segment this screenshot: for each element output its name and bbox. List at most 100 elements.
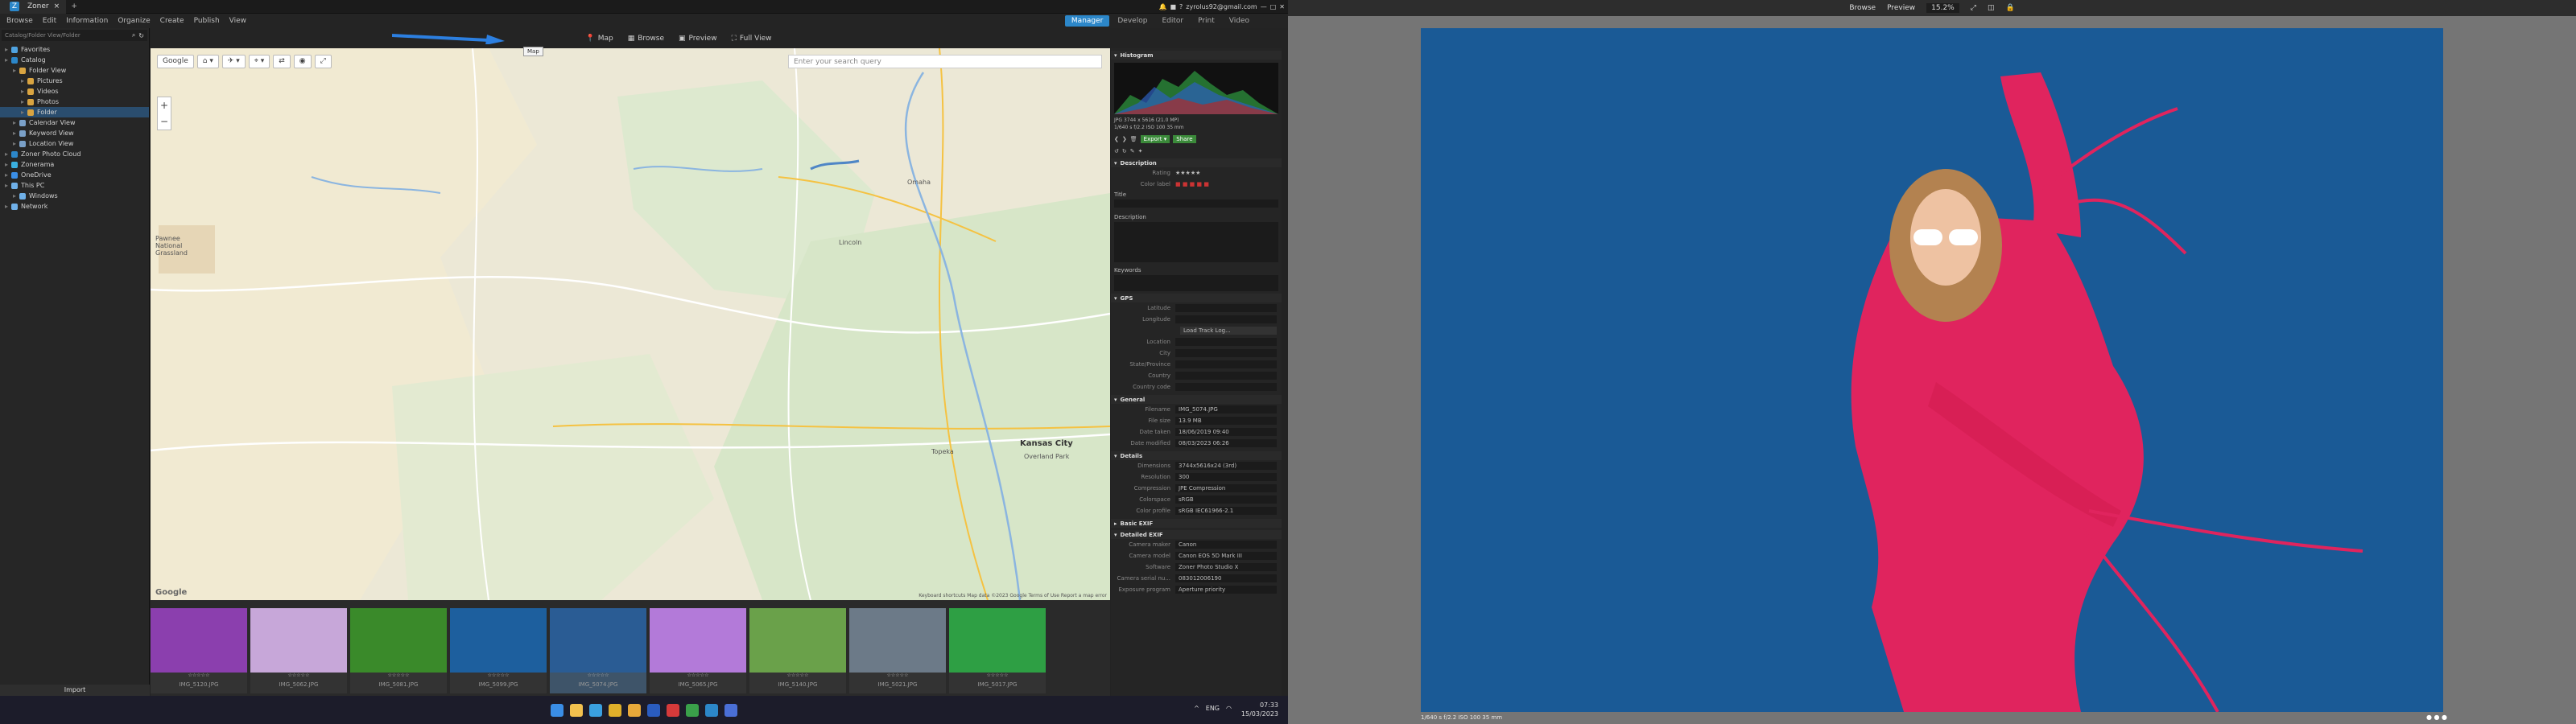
rating-stars[interactable]: ★★★★★ bbox=[1175, 170, 1200, 176]
property-value[interactable]: Aperture priority bbox=[1175, 586, 1277, 594]
property-value[interactable]: Zoner Photo Studio X bbox=[1175, 563, 1277, 571]
chevron-icon[interactable]: ▸ bbox=[5, 182, 8, 189]
tab-map[interactable]: 📍 Map bbox=[586, 35, 613, 43]
detailed-exif-header[interactable]: ▾ Detailed EXIF bbox=[1111, 530, 1282, 539]
chevron-icon[interactable]: ▸ bbox=[5, 46, 8, 53]
zoom-in-button[interactable]: + bbox=[158, 97, 171, 113]
trash-icon[interactable]: 🗑 bbox=[1130, 136, 1137, 142]
menu-create[interactable]: Create bbox=[160, 17, 184, 25]
tree-item-photos[interactable]: ▸ Photos bbox=[0, 97, 149, 107]
chevron-icon[interactable]: ▸ bbox=[13, 130, 16, 137]
property-value[interactable] bbox=[1175, 315, 1277, 323]
property-value[interactable]: 08/03/2023 06:26 bbox=[1175, 439, 1277, 447]
expand-icon[interactable]: ⤢ bbox=[314, 55, 332, 68]
search-icon[interactable]: ⌕ bbox=[132, 31, 135, 39]
tree-item-videos[interactable]: ▸ Videos bbox=[0, 86, 149, 97]
property-value[interactable]: Canon bbox=[1175, 541, 1277, 549]
next-icon[interactable]: ❯ bbox=[1122, 136, 1127, 142]
app-red-icon[interactable] bbox=[667, 703, 679, 717]
mode-video[interactable]: Video bbox=[1223, 15, 1256, 27]
new-tab-icon[interactable]: + bbox=[69, 2, 79, 11]
property-value[interactable]: 18/06/2019 09:40 bbox=[1175, 428, 1277, 436]
app-tab[interactable]: Z Zoner × bbox=[0, 0, 67, 14]
tab-preview[interactable]: ▣ Preview bbox=[679, 35, 717, 43]
system-clock[interactable]: 07:33 15/03/2023 bbox=[1241, 701, 1278, 718]
home-icon[interactable]: ⌂ ▾ bbox=[196, 55, 219, 68]
chevron-icon[interactable]: ▸ bbox=[21, 77, 24, 84]
account-email[interactable]: zyrolus92@gmail.com bbox=[1186, 3, 1257, 10]
gps-header[interactable]: ▾ GPS bbox=[1111, 294, 1282, 302]
prev-icon[interactable]: ❮ bbox=[1114, 136, 1119, 142]
tree-item-catalog[interactable]: ▸ Catalog bbox=[0, 55, 149, 65]
property-value[interactable] bbox=[1175, 304, 1277, 312]
zoner-taskbar-icon[interactable] bbox=[705, 703, 718, 717]
preview-preview-button[interactable]: Preview bbox=[1887, 4, 1915, 12]
compare-icon[interactable]: ◫ bbox=[1988, 4, 1995, 12]
color-label-swatches[interactable]: ■ ■ ■ ■ ■ bbox=[1175, 181, 1209, 187]
tree-item-network[interactable]: ▸ Network bbox=[0, 201, 149, 212]
edit-icon[interactable]: ✎ bbox=[1130, 148, 1135, 154]
track-icon[interactable]: ⇄ bbox=[273, 55, 291, 68]
property-value[interactable]: sRGB IEC61966-2.1 bbox=[1175, 507, 1277, 515]
property-value[interactable]: sRGB bbox=[1175, 496, 1277, 504]
map-provider-select[interactable]: Google bbox=[157, 55, 194, 68]
menu-publish[interactable]: Publish bbox=[194, 17, 220, 25]
tree-item-onedrive[interactable]: ▸ OneDrive bbox=[0, 170, 149, 180]
maximize-icon[interactable]: □ bbox=[1270, 3, 1277, 10]
thumbnail-rating[interactable]: ☆☆☆☆☆ bbox=[388, 673, 410, 678]
app-blue-icon[interactable] bbox=[724, 703, 737, 717]
tab-browse[interactable]: ▦ Browse bbox=[628, 35, 664, 43]
minimize-icon[interactable]: — bbox=[1261, 3, 1267, 10]
tree-item-calendar-view[interactable]: ▸ Calendar View bbox=[0, 117, 149, 128]
chevron-icon[interactable]: ▸ bbox=[13, 119, 16, 126]
help-icon[interactable]: ? bbox=[1179, 3, 1183, 10]
explorer-icon[interactable] bbox=[570, 703, 583, 717]
property-value[interactable]: 13.9 MB bbox=[1175, 417, 1277, 425]
chevron-icon[interactable]: ▸ bbox=[21, 88, 24, 95]
filmstrip-thumbnail[interactable]: ☆☆☆☆☆ IMG_5062.JPG bbox=[250, 608, 347, 693]
description-header[interactable]: ▾ Description bbox=[1111, 158, 1282, 167]
filmstrip-thumbnail[interactable]: ☆☆☆☆☆ IMG_5120.JPG bbox=[151, 608, 247, 693]
refresh-icon[interactable]: ↻ bbox=[138, 32, 144, 39]
filmstrip-thumbnail[interactable]: ☆☆☆☆☆ IMG_5081.JPG bbox=[350, 608, 447, 693]
zoom-level[interactable]: 15.2% bbox=[1926, 3, 1959, 13]
thumbnail-rating[interactable]: ☆☆☆☆☆ bbox=[188, 673, 210, 678]
chevron-icon[interactable]: ▸ bbox=[5, 203, 8, 210]
chevron-icon[interactable]: ▸ bbox=[13, 192, 16, 200]
preview-browse-button[interactable]: Browse bbox=[1849, 4, 1876, 12]
filmstrip-thumbnail[interactable]: ☆☆☆☆☆ IMG_5065.JPG bbox=[650, 608, 746, 693]
property-value[interactable] bbox=[1175, 372, 1277, 380]
preview-photo[interactable] bbox=[1421, 28, 2443, 712]
map-view[interactable]: Google ⌂ ▾ ✈ ▾ ⌖ ▾ ⇄ ◉ ⤢ Enter your sear… bbox=[151, 48, 1110, 600]
folder-icon[interactable] bbox=[628, 703, 641, 717]
tray-chevron-icon[interactable]: ^ bbox=[1194, 705, 1199, 712]
close-icon[interactable]: ✕ bbox=[1279, 3, 1285, 10]
filmstrip-thumbnail[interactable]: ☆☆☆☆☆ IMG_5017.JPG bbox=[949, 608, 1046, 693]
marker-icon[interactable]: ✈ ▾ bbox=[221, 55, 246, 68]
thumbnail-rating[interactable]: ☆☆☆☆☆ bbox=[787, 673, 809, 678]
thumbnail-rating[interactable]: ☆☆☆☆☆ bbox=[288, 673, 310, 678]
mode-editor[interactable]: Editor bbox=[1155, 15, 1190, 27]
chevron-icon[interactable]: ▸ bbox=[5, 150, 8, 158]
title-field[interactable] bbox=[1114, 200, 1278, 208]
tree-item-zoner-photo-cloud[interactable]: ▸ Zoner Photo Cloud bbox=[0, 149, 149, 159]
chevron-icon[interactable]: ▸ bbox=[5, 56, 8, 64]
chevron-icon[interactable]: ▸ bbox=[5, 161, 8, 168]
import-button[interactable]: Import bbox=[0, 685, 150, 696]
windows-start-icon[interactable] bbox=[551, 703, 564, 717]
app-green-icon[interactable] bbox=[686, 703, 699, 717]
tab-close-icon[interactable]: × bbox=[54, 2, 60, 10]
keywords-field[interactable] bbox=[1114, 275, 1278, 291]
general-header[interactable]: ▾ General bbox=[1111, 395, 1282, 404]
word-icon[interactable] bbox=[647, 703, 660, 717]
tree-item-windows[interactable]: ▸ Windows bbox=[0, 191, 149, 201]
thumbnail-rating[interactable]: ☆☆☆☆☆ bbox=[887, 673, 909, 678]
tree-item-this-pc[interactable]: ▸ This PC bbox=[0, 180, 149, 191]
wifi-icon[interactable]: ◠ bbox=[1226, 705, 1232, 712]
basic-exif-header[interactable]: ▸ Basic EXIF bbox=[1111, 519, 1282, 528]
chevron-icon[interactable]: ▸ bbox=[5, 171, 8, 179]
fit-icon[interactable]: ⤢ bbox=[1971, 4, 1976, 12]
property-value[interactable]: JPE Compression bbox=[1175, 484, 1277, 492]
details-header[interactable]: ▾ Details bbox=[1111, 451, 1282, 460]
map-attribution[interactable]: Keyboard shortcuts Map data ©2023 Google… bbox=[919, 593, 1107, 599]
